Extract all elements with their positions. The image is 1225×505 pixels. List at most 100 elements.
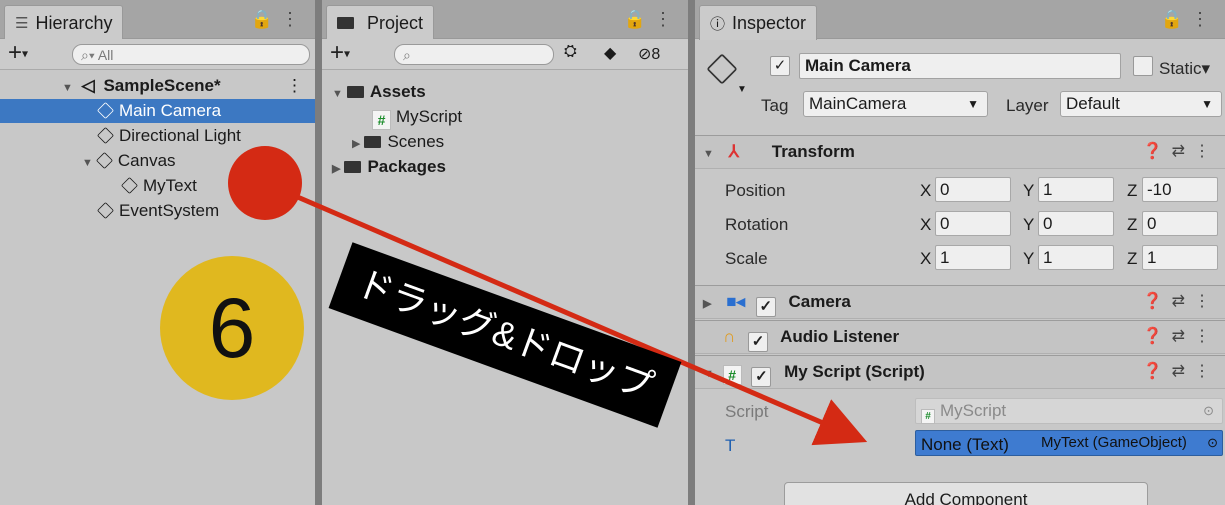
folder-open-icon — [346, 86, 364, 98]
t-label: T — [725, 436, 736, 455]
rotation-x-field[interactable]: 0 — [935, 211, 1011, 236]
object-picker-icon: ⊙ — [1203, 403, 1214, 418]
panel-menu-icons[interactable]: 🔒⋮ — [1161, 9, 1217, 30]
add-icon[interactable]: +▾ — [330, 40, 350, 67]
expand-icon[interactable]: ▼ — [703, 138, 714, 170]
scale-label: Scale — [725, 249, 768, 268]
y-axis-label[interactable]: Y — [1023, 249, 1034, 269]
folder-scenes[interactable]: ▶ Scenes — [352, 130, 444, 154]
camera-icon: ■◂ — [726, 292, 746, 311]
static-label[interactable]: Static▾ — [1159, 59, 1210, 79]
label-icon[interactable]: ◆ — [604, 43, 616, 63]
position-y-field[interactable]: 1 — [1038, 177, 1114, 202]
camera-enabled-checkbox[interactable]: ✓ — [755, 297, 776, 317]
expand-icon[interactable]: ▼ — [82, 151, 93, 175]
icon-dropdown-icon[interactable]: ▼ — [737, 84, 747, 95]
expand-icon[interactable]: ▼ — [332, 82, 343, 106]
headphones-icon: ∩ — [723, 327, 736, 346]
static-checkbox[interactable] — [1133, 56, 1153, 76]
y-axis-label[interactable]: Y — [1023, 215, 1034, 235]
object-picker-icon[interactable]: ⊙ — [1207, 431, 1218, 455]
component-menu-icons[interactable]: ❓⇄⋮ — [1143, 356, 1219, 388]
camera-header[interactable]: ▶ ■◂ ✓ Camera ❓⇄⋮ — [695, 285, 1225, 319]
rotation-z-field[interactable]: 0 — [1142, 211, 1218, 236]
object-name-field[interactable]: Main Camera — [799, 53, 1121, 79]
t-object-field[interactable]: None (Text) MyText (GameObject) ⊙ — [915, 430, 1223, 456]
hierarchy-item-main-camera[interactable]: Main Camera — [0, 99, 315, 123]
component-menu-icons[interactable]: ❓⇄⋮ — [1143, 321, 1219, 353]
collapse-icon[interactable]: ▶ — [332, 157, 340, 181]
hidden-packages-icon[interactable]: ⊘8 — [638, 44, 660, 64]
active-checkbox[interactable]: ✓ — [770, 56, 790, 76]
collapse-icon[interactable]: ▶ — [703, 288, 711, 320]
tag-label: Tag — [761, 96, 789, 115]
rotation-y-field[interactable]: 0 — [1038, 211, 1114, 236]
folder-icon — [337, 17, 354, 29]
collapse-icon[interactable]: ▶ — [352, 132, 360, 156]
asset-myscript[interactable]: # MyScript — [372, 105, 462, 130]
chevron-down-icon: ▼ — [1201, 97, 1213, 111]
add-icon[interactable]: +▾ — [8, 40, 28, 67]
z-axis-label[interactable]: Z — [1127, 215, 1137, 235]
x-axis-label[interactable]: X — [920, 249, 931, 269]
scale-x-field[interactable]: 1 — [935, 245, 1011, 270]
filter-type-icon[interactable]: ⛭ — [564, 43, 577, 61]
scene-row[interactable]: ▼ ◁ SampleScene* ⋮ — [0, 74, 315, 98]
panel-divider[interactable] — [315, 0, 322, 505]
panel-menu-icons[interactable]: 🔒⋮ — [624, 9, 680, 30]
csharp-script-icon: # — [921, 409, 935, 424]
tag-dropdown[interactable]: MainCamera ▼ — [803, 91, 988, 117]
scale-z-field[interactable]: 1 — [1142, 245, 1218, 270]
scene-name: SampleScene* — [103, 76, 221, 95]
layer-dropdown[interactable]: Default ▼ — [1060, 91, 1222, 117]
project-search-input[interactable]: ⌕ — [394, 44, 554, 65]
y-axis-label[interactable]: Y — [1023, 181, 1034, 201]
component-menu-icons[interactable]: ❓⇄⋮ — [1143, 286, 1219, 318]
inspector-tabbar: ⓘ Inspector 🔒⋮ — [695, 0, 1225, 40]
tab-hierarchy-label: Hierarchy — [35, 12, 113, 33]
expand-icon[interactable]: ▼ — [62, 76, 73, 100]
component-menu-icons[interactable]: ❓⇄⋮ — [1143, 136, 1219, 168]
hierarchy-item-mytext[interactable]: MyText — [121, 174, 197, 198]
position-label: Position — [725, 181, 786, 200]
script-reference-field: # MyScript ⊙ — [915, 398, 1223, 424]
position-x-field[interactable]: 0 — [935, 177, 1011, 202]
gameobject-icon — [95, 152, 113, 169]
gameobject-icon — [121, 177, 138, 194]
tab-inspector[interactable]: ⓘ Inspector — [699, 5, 818, 40]
hierarchy-item-canvas[interactable]: ▼ Canvas — [82, 149, 176, 173]
gameobject-icon — [97, 127, 114, 144]
folder-packages[interactable]: ▶ Packages — [332, 155, 446, 179]
z-axis-label[interactable]: Z — [1127, 181, 1137, 201]
gameobject-large-icon — [706, 53, 738, 85]
list-icon: ☰ — [15, 15, 29, 32]
panel-divider[interactable] — [688, 0, 695, 505]
add-component-button[interactable]: Add Component — [784, 482, 1148, 505]
panel-menu-icons[interactable]: 🔒⋮ — [251, 9, 307, 30]
audio-listener-header[interactable]: ∩ ✓ Audio Listener ❓⇄⋮ — [695, 320, 1225, 354]
scale-y-field[interactable]: 1 — [1038, 245, 1114, 270]
transform-header[interactable]: ▼ ⅄ Transform ❓⇄⋮ — [695, 135, 1225, 169]
hierarchy-panel: ☰ Hierarchy 🔒⋮ +▾ ⌕▾ All ▼ ◁ SampleScene… — [0, 0, 315, 505]
z-axis-label[interactable]: Z — [1127, 249, 1137, 269]
script-enabled-checkbox[interactable]: ✓ — [751, 367, 772, 387]
chevron-down-icon: ▼ — [967, 97, 979, 111]
rotation-label: Rotation — [725, 215, 789, 234]
myscript-header[interactable]: ▼ # ✓ My Script (Script) ❓⇄⋮ — [695, 355, 1225, 389]
hierarchy-item-eventsystem[interactable]: EventSystem — [97, 199, 219, 223]
tab-hierarchy[interactable]: ☰ Hierarchy — [4, 5, 124, 40]
audio-enabled-checkbox[interactable]: ✓ — [748, 332, 769, 352]
x-axis-label[interactable]: X — [920, 181, 931, 201]
project-toolbar: +▾ ⌕ ⛭ ◆ ⊘8 — [322, 39, 688, 70]
hierarchy-search-input[interactable]: ⌕▾ All — [72, 44, 310, 65]
position-z-field[interactable]: -10 — [1142, 177, 1218, 202]
expand-icon[interactable]: ▼ — [703, 358, 714, 390]
step-number-badge: 6 — [160, 256, 304, 400]
search-icon: ⌕▾ — [81, 47, 98, 63]
x-axis-label[interactable]: X — [920, 215, 931, 235]
tab-project[interactable]: Project — [326, 5, 435, 40]
folder-assets[interactable]: ▼ Assets — [332, 80, 426, 104]
hierarchy-item-directional-light[interactable]: Directional Light — [97, 124, 241, 148]
script-label: Script — [725, 402, 769, 421]
scene-menu-icon[interactable]: ⋮ — [286, 74, 303, 98]
